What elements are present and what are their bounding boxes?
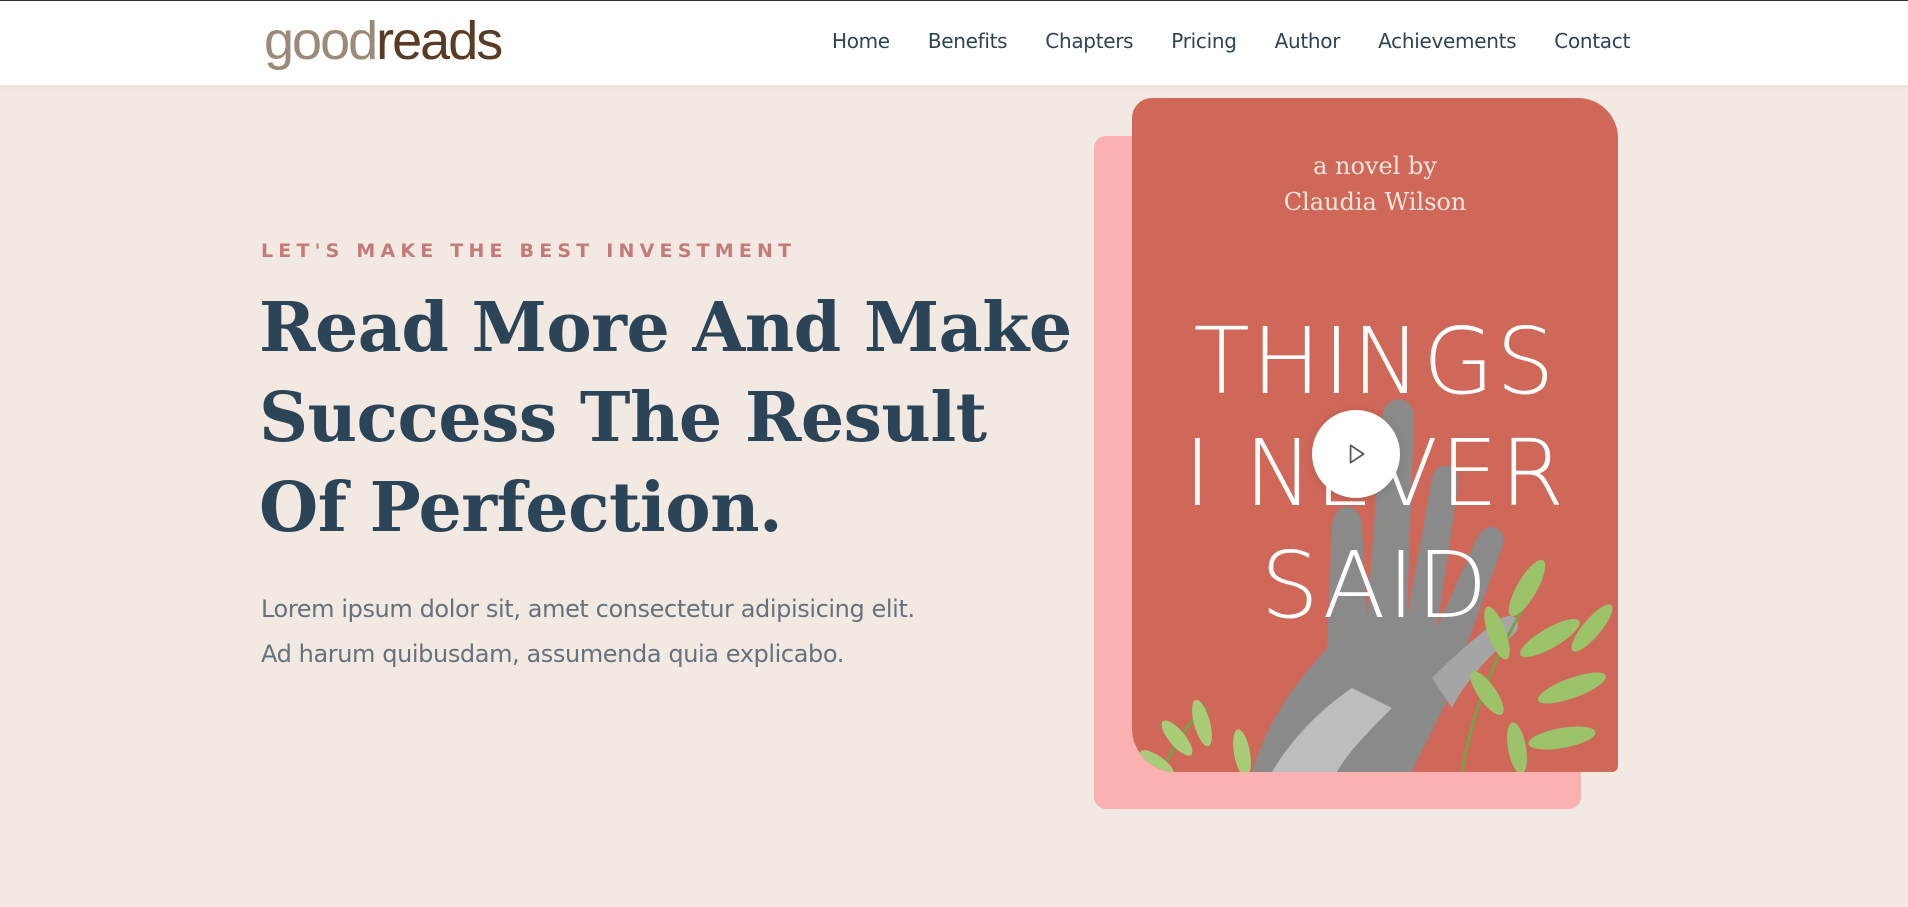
headline-line-1: Read More And Make bbox=[259, 288, 1072, 368]
main-nav: Home Benefits Chapters Pricing Author Ac… bbox=[832, 29, 1630, 53]
nav-achievements[interactable]: Achievements bbox=[1378, 29, 1516, 53]
goodreads-logo[interactable]: goodreads bbox=[264, 9, 503, 73]
headline-line-3: Of Perfection. bbox=[259, 468, 783, 548]
hero-description: Lorem ipsum dolor sit, amet consectetur … bbox=[261, 587, 1021, 677]
play-button[interactable] bbox=[1312, 410, 1400, 498]
book-title-line-1: THINGS bbox=[1193, 308, 1557, 415]
byline-line-2: Claudia Wilson bbox=[1283, 188, 1467, 216]
nav-home[interactable]: Home bbox=[832, 29, 890, 53]
leaves-left bbox=[1140, 699, 1251, 772]
nav-pricing[interactable]: Pricing bbox=[1171, 29, 1237, 53]
logo-good: good bbox=[264, 11, 378, 71]
nav-benefits[interactable]: Benefits bbox=[928, 29, 1008, 53]
nav-author[interactable]: Author bbox=[1275, 29, 1341, 53]
hero-eyebrow: LET'S MAKE THE BEST INVESTMENT bbox=[261, 240, 797, 262]
lead-line-1: Lorem ipsum dolor sit, amet consectetur … bbox=[261, 595, 915, 623]
book-title-line-3: SAID bbox=[1260, 532, 1490, 639]
play-icon bbox=[1349, 444, 1365, 464]
headline-line-2: Success The Result bbox=[259, 378, 987, 458]
hero-headline: Read More And Make Success The Result Of… bbox=[259, 283, 1072, 553]
site-header: goodreads Home Benefits Chapters Pricing… bbox=[0, 1, 1908, 85]
logo-reads: reads bbox=[376, 11, 503, 71]
byline-line-1: a novel by bbox=[1313, 152, 1437, 180]
book-byline: a novel by Claudia Wilson bbox=[1132, 148, 1618, 220]
lead-line-2: Ad harum quibusdam, assumenda quia expli… bbox=[261, 640, 844, 668]
nav-chapters[interactable]: Chapters bbox=[1045, 29, 1133, 53]
nav-contact[interactable]: Contact bbox=[1554, 29, 1630, 53]
